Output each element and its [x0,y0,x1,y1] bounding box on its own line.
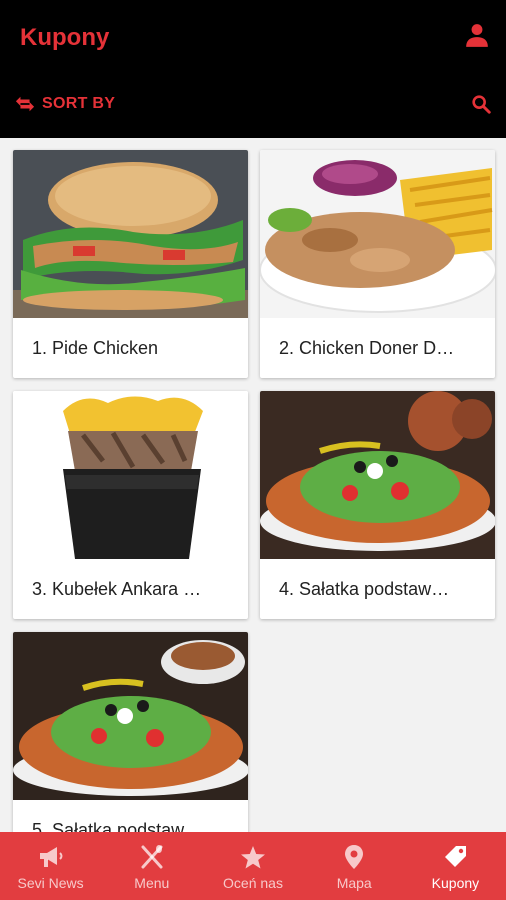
coupon-card[interactable]: 5. Sałatka podstaw… [13,632,248,832]
coupon-title: 1. Pide Chicken [32,338,159,358]
sort-bar: SORT BY [0,84,506,124]
app-header: Kupony SORT BY [0,0,506,138]
coupon-card[interactable]: 1. Pide Chicken [13,150,248,378]
page-title: Kupony [20,24,110,51]
bottom-nav: Sevi News Menu Oceń nas Mapa Kupony [0,832,506,900]
nav-label: Kupony [431,875,480,891]
nav-item-menu[interactable]: Menu [101,832,202,900]
search-icon[interactable] [470,93,492,115]
nav-item-mapa[interactable]: Mapa [304,832,405,900]
nav-label: Sevi News [17,875,84,891]
nav-label: Mapa [336,875,372,891]
nav-item-kupony[interactable]: Kupony [405,832,506,900]
salad-image [13,632,248,800]
coupon-title: 3. Kubełek Ankara … [32,579,202,599]
nav-label: Oceń nas [223,875,283,891]
sort-by-button[interactable]: SORT BY [42,95,115,113]
star-icon [241,846,265,869]
chicken-doner-image [260,150,495,318]
kubelek-ankara-image [13,391,248,559]
coupon-title: 5. Sałatka podstaw… [32,820,203,832]
coupon-title: 4. Sałatka podstaw… [279,579,450,599]
nav-item-ocen-nas[interactable]: Oceń nas [202,832,303,900]
cutlery-icon [141,845,163,869]
map-pin-icon [345,845,364,869]
coupon-card[interactable]: 4. Sałatka podstaw… [260,391,495,619]
nav-label: Menu [134,875,170,891]
nav-item-sevi-news[interactable]: Sevi News [0,832,101,900]
coupon-grid: 1. Pide Chicken 2. Chicken Doner D… 3. K [0,138,506,832]
salad-image [260,391,495,559]
user-icon[interactable] [464,22,490,48]
sort-arrows-icon[interactable] [14,94,36,114]
pide-chicken-image [13,150,248,318]
coupon-card[interactable]: 3. Kubełek Ankara … [13,391,248,619]
megaphone-icon [39,847,63,867]
coupon-card[interactable]: 2. Chicken Doner D… [260,150,495,378]
coupon-title: 2. Chicken Doner D… [279,338,455,358]
tag-icon [445,846,467,867]
